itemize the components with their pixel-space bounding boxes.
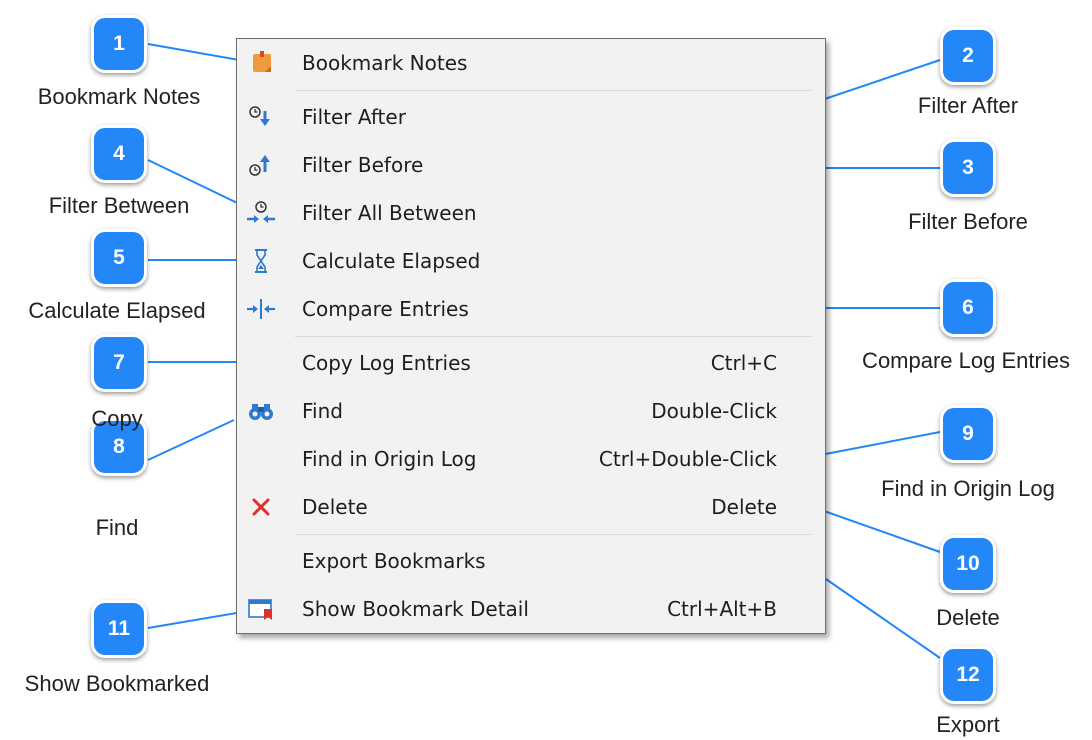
binoculars-icon: [245, 397, 277, 425]
menu-item-label: Export Bookmarks: [302, 549, 486, 573]
menu-item-export-bookmarks[interactable]: Export Bookmarks: [237, 539, 825, 583]
callout-caption-8: Find: [95, 515, 139, 540]
filter-after-icon: [245, 103, 277, 131]
menu-separator: [295, 534, 811, 535]
delete-x-icon: [245, 493, 277, 521]
callout-badge-6: 6: [940, 279, 996, 337]
callout-caption-6: Compare Log Entries: [862, 348, 1070, 373]
menu-item-label: Compare Entries: [302, 297, 469, 321]
menu-item-compare-entries[interactable]: Compare Entries: [237, 287, 825, 331]
menu-item-show-bookmark-detail[interactable]: Show Bookmark Detail Ctrl+Alt+B: [237, 587, 825, 631]
callout-caption-4: Filter Between: [48, 193, 190, 218]
callout-badge-2: 2: [940, 27, 996, 85]
menu-item-label: Filter After: [302, 105, 406, 129]
menu-separator: [295, 336, 811, 337]
callout-badge-1: 1: [91, 15, 147, 73]
menu-item-label: Filter Before: [302, 153, 424, 177]
menu-item-find[interactable]: Find Double-Click: [237, 389, 825, 433]
menu-item-filter-all-between[interactable]: Filter All Between: [237, 191, 825, 235]
callout-caption-3: Filter Before: [908, 209, 1028, 234]
callout-caption-5: Calculate Elapsed: [28, 298, 206, 323]
callout-caption-7: Copy: [91, 406, 143, 431]
menu-item-label: Copy Log Entries: [302, 351, 471, 375]
menu-item-find-in-origin-log[interactable]: Find in Origin Log Ctrl+Double-Click: [237, 437, 825, 481]
menu-item-bookmark-notes[interactable]: Bookmark Notes: [237, 41, 825, 85]
menu-item-filter-after[interactable]: Filter After: [237, 95, 825, 139]
menu-item-copy-log-entries[interactable]: Copy Log Entries Ctrl+C: [237, 341, 825, 385]
callout-caption-9: Find in Origin Log: [881, 476, 1055, 501]
callout-caption-12: Export: [936, 712, 1000, 737]
callout-badge-7: 7: [91, 334, 147, 392]
menu-item-label: Delete: [302, 495, 368, 519]
menu-item-shortcut: Ctrl+C: [710, 351, 777, 375]
menu-item-label: Filter All Between: [302, 201, 477, 225]
bookmark-notes-icon: [245, 49, 277, 77]
bookmark-detail-icon: [245, 595, 277, 623]
menu-item-label: Bookmark Notes: [302, 51, 468, 75]
context-menu: Bookmark Notes Filter After Filter Befor…: [236, 38, 826, 634]
menu-item-shortcut: Ctrl+Double-Click: [598, 447, 777, 471]
menu-item-label: Show Bookmark Detail: [302, 597, 529, 621]
leader-line-10: [809, 505, 941, 553]
compare-icon: [245, 295, 277, 323]
callout-caption-2: Filter After: [917, 93, 1019, 118]
leader-line-8: [147, 419, 235, 461]
menu-item-filter-before[interactable]: Filter Before: [237, 143, 825, 187]
callout-badge-3: 3: [940, 139, 996, 197]
callout-badge-9: 9: [940, 405, 996, 463]
menu-item-label: Find in Origin Log: [302, 447, 477, 471]
menu-item-calculate-elapsed[interactable]: Calculate Elapsed: [237, 239, 825, 283]
callout-caption-1: Bookmark Notes: [37, 84, 201, 109]
menu-item-label: Calculate Elapsed: [302, 249, 481, 273]
leader-line-12: [809, 567, 941, 659]
callout-caption-10: Delete: [936, 605, 1000, 630]
callout-badge-5: 5: [91, 229, 147, 287]
hourglass-icon: [245, 247, 277, 275]
callout-badge-4: 4: [91, 125, 147, 183]
filter-before-icon: [245, 151, 277, 179]
menu-item-delete[interactable]: Delete Delete: [237, 485, 825, 529]
filter-between-icon: [245, 199, 277, 227]
callout-badge-11: 11: [91, 600, 147, 658]
callout-caption-11: Show Bookmarked: [24, 671, 210, 696]
callout-badge-12: 12: [940, 646, 996, 704]
menu-item-shortcut: Delete: [711, 495, 777, 519]
menu-item-shortcut: Ctrl+Alt+B: [667, 597, 777, 621]
callout-badge-10: 10: [940, 535, 996, 593]
menu-separator: [295, 90, 811, 91]
leader-line-9: [814, 431, 941, 457]
menu-item-shortcut: Double-Click: [651, 399, 777, 423]
menu-item-label: Find: [302, 399, 343, 423]
